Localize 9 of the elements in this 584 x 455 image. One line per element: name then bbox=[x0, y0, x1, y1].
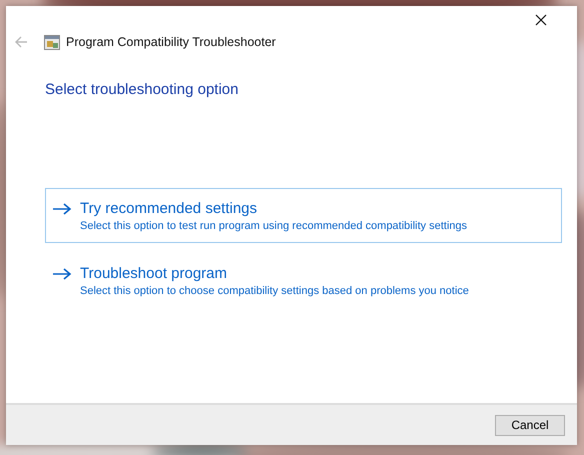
window-title: Program Compatibility Troubleshooter bbox=[66, 35, 276, 49]
arrow-icon bbox=[52, 268, 72, 280]
cancel-button[interactable]: Cancel bbox=[495, 414, 565, 436]
page-heading: Select troubleshooting option bbox=[45, 80, 238, 100]
back-arrow-icon bbox=[14, 36, 28, 48]
option-link[interactable]: Try recommended settings Select this option to test run program using recommended compatibility settings bbox=[45, 188, 562, 243]
arrow-icon bbox=[52, 203, 72, 215]
program-window-icon bbox=[44, 34, 60, 50]
close-icon bbox=[535, 14, 547, 26]
